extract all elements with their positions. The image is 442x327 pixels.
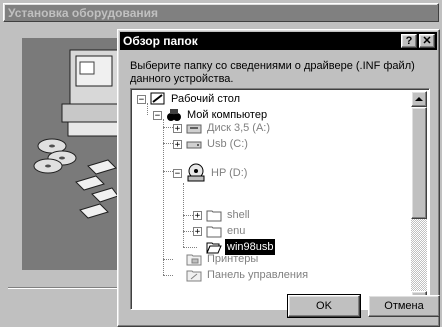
tree-node-hp[interactable]: − HP (D:) <box>173 163 249 183</box>
computer-disks-illustration-icon <box>33 49 119 219</box>
collapse-toggle[interactable]: − <box>137 94 146 104</box>
collapse-toggle[interactable]: − <box>173 168 182 178</box>
control-panel-icon <box>186 270 202 282</box>
tree-label: shell <box>227 209 250 221</box>
expand-toggle[interactable]: + <box>173 123 182 133</box>
background-separator <box>8 287 118 289</box>
background-window-title: Установка оборудования <box>3 3 439 22</box>
wizard-illustration <box>22 38 119 270</box>
expand-toggle[interactable]: + <box>193 226 202 236</box>
cd-drive-icon <box>187 163 205 182</box>
tree-label: Диск 3,5 (A:) <box>207 122 271 134</box>
ok-button[interactable]: OK <box>287 294 361 318</box>
scroll-thumb[interactable] <box>411 107 427 219</box>
tree-node-printers[interactable]: Принтеры <box>186 251 260 267</box>
tree-node-enu[interactable]: + enu <box>193 223 247 239</box>
collapse-toggle[interactable]: − <box>153 110 162 120</box>
cancel-button[interactable]: Отмена <box>368 295 440 317</box>
tree-node-usb[interactable]: + Usb (C:) <box>173 136 250 152</box>
tree-node-floppy[interactable]: + Диск 3,5 (A:) <box>173 120 272 136</box>
desktop-icon <box>150 92 165 105</box>
tree-label: Принтеры <box>207 253 259 265</box>
tree-node-desktop[interactable]: − Рабочий стол <box>137 91 242 107</box>
tree-label: enu <box>227 225 246 237</box>
dialog-title-text: Обзор папок <box>123 34 198 48</box>
tree-node-control-panel[interactable]: Панель управления <box>186 267 310 283</box>
floppy-drive-icon <box>186 124 202 134</box>
tree-label: Рабочий стол <box>171 93 241 105</box>
folder-icon <box>206 226 222 238</box>
scroll-up-button[interactable] <box>411 91 427 107</box>
hard-drive-icon <box>186 141 202 149</box>
tree-label: HP (D:) <box>211 167 248 179</box>
dialog-prompt: Выберите папку со сведениями о драйвере … <box>130 60 415 85</box>
printers-folder-icon <box>186 254 202 266</box>
tree-vertical-scrollbar[interactable] <box>411 91 427 307</box>
expand-toggle[interactable]: + <box>173 139 182 149</box>
folder-icon <box>206 210 222 222</box>
folder-tree[interactable]: − Рабочий стол − Мой компьютер + Диск 3,… <box>130 88 430 310</box>
tree-label: Панель управления <box>207 269 309 281</box>
tree-label: Usb (C:) <box>207 138 248 150</box>
arrow-up-icon <box>415 97 423 101</box>
help-button[interactable]: ? <box>401 34 417 48</box>
close-button[interactable]: ✕ <box>419 34 435 48</box>
browse-folders-dialog: Обзор папок ? ✕ Выберите папку со сведен… <box>117 29 440 327</box>
dialog-title: Обзор папок ? ✕ <box>120 32 437 50</box>
folder-tree-viewport: − Рабочий стол − Мой компьютер + Диск 3,… <box>133 91 411 307</box>
expand-toggle[interactable]: + <box>193 210 202 220</box>
tree-node-shell[interactable]: + shell <box>193 207 252 223</box>
